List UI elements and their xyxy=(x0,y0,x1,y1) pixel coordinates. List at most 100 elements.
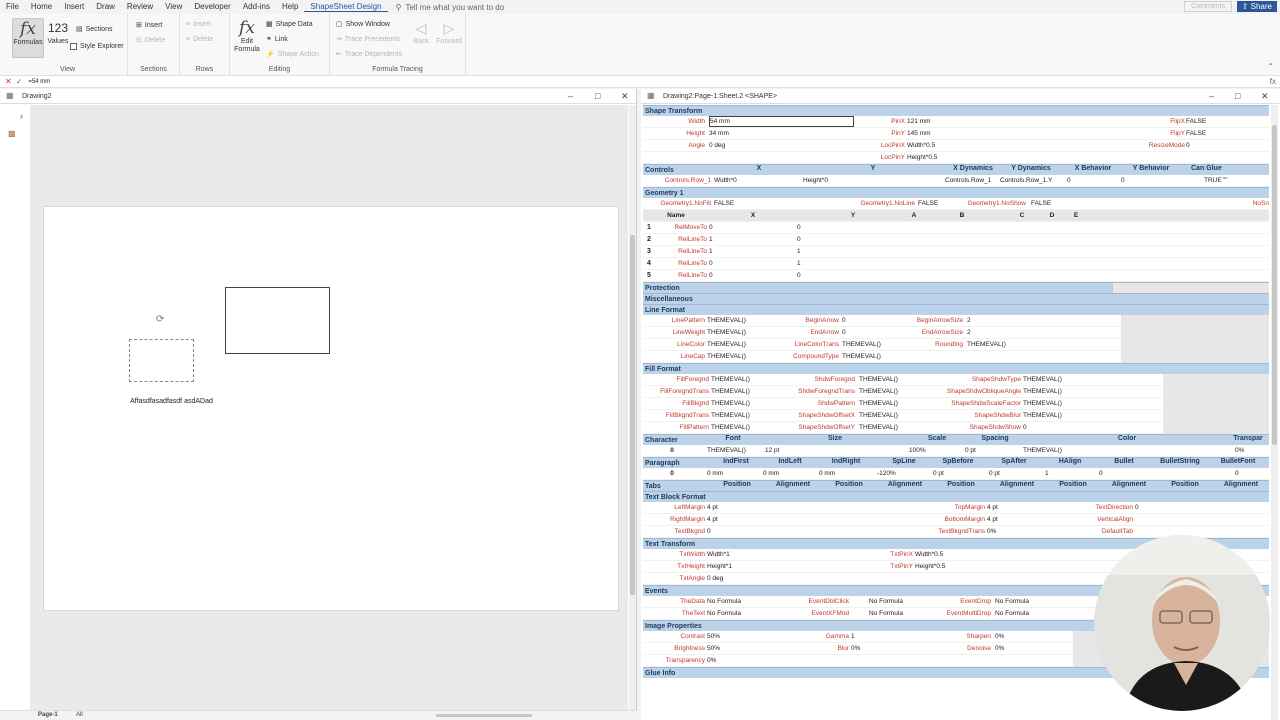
text-transform-cell-value[interactable]: Height*1 xyxy=(707,561,857,573)
geometry-row-y[interactable]: 1 xyxy=(797,258,897,270)
geometry-row-x[interactable]: 1 xyxy=(709,234,789,246)
fill-format-cell-value[interactable]: THEMEVAL() xyxy=(711,410,787,422)
forward-button[interactable]: ▷ Forward xyxy=(436,18,462,45)
geometry-row-x[interactable]: 0 xyxy=(709,222,789,234)
shape-transform-cell-value[interactable]: FALSE xyxy=(1186,116,1266,128)
collapse-ribbon-icon[interactable]: ⌃ xyxy=(1267,62,1274,71)
drawing-vertical-scrollbar[interactable] xyxy=(629,105,636,710)
text-transform-cell-value[interactable]: Width*1 xyxy=(707,549,857,561)
paragraph-cell[interactable]: -120% xyxy=(877,468,927,480)
scroll-thumb[interactable] xyxy=(1272,125,1277,445)
tabs-section-header[interactable]: Tabs Position Alignment Position Alignment Po… xyxy=(643,480,1269,491)
menu-item-help[interactable]: Help xyxy=(276,2,304,12)
character-section-header[interactable]: Character Font Size Scale Spacing Color Transp… xyxy=(643,434,1269,445)
image-properties-cell-value[interactable]: 0% xyxy=(707,655,807,667)
paragraph-cell[interactable]: 0 mm xyxy=(819,468,869,480)
trace-dependents-button[interactable]: ⇤ Trace Dependents xyxy=(336,50,402,59)
events-cell-value[interactable]: No Formula xyxy=(995,596,1095,608)
insert-section-button[interactable]: ⊞ Insert xyxy=(136,21,162,30)
shape-transform-section-header[interactable]: Shape Transform xyxy=(643,105,1269,116)
geometry-flag-value[interactable]: FALSE xyxy=(714,198,774,210)
fill-format-cell-value[interactable]: THEMEVAL() xyxy=(711,374,787,386)
menu-item-home[interactable]: Home xyxy=(25,2,58,12)
character-cell[interactable]: 12 pt xyxy=(765,445,825,457)
text-block-format-section-header[interactable]: Text Block Format xyxy=(643,491,1269,502)
controls-cell[interactable]: Controls.Row_1.Y xyxy=(1000,175,1062,187)
menu-item-developer[interactable]: Developer xyxy=(188,2,236,12)
menu-item-view[interactable]: View xyxy=(159,2,188,12)
insert-row-button[interactable]: ≡ Insert xyxy=(186,21,211,28)
drawing-page[interactable]: ⟳ Affasdfasadfasdf asdADad xyxy=(43,206,619,611)
paragraph-cell[interactable]: 0 pt xyxy=(989,468,1039,480)
close-icon[interactable]: ✕ xyxy=(621,91,629,102)
line-format-cell-value[interactable]: THEMEVAL() xyxy=(707,351,777,363)
image-properties-cell-value[interactable]: 0% xyxy=(995,631,1075,643)
character-cell[interactable]: THEMEVAL() xyxy=(1023,445,1083,457)
tell-me-search[interactable]: ⚲ Tell me what you want to do xyxy=(396,3,505,12)
paragraph-cell[interactable]: 0 xyxy=(1235,468,1265,480)
shape-transform-cell-value[interactable]: Height*0.5 xyxy=(907,152,1107,164)
text-block-format-cell-value[interactable]: 4 pt xyxy=(707,502,857,514)
paragraph-cell[interactable]: 1 xyxy=(1045,468,1095,480)
text-block-format-cell-value[interactable]: 4 pt xyxy=(707,514,857,526)
fill-format-cell-value[interactable]: THEMEVAL() xyxy=(859,374,935,386)
shape-transform-cell-value[interactable]: 121 mm xyxy=(907,116,1107,128)
geometry-section-header[interactable]: Geometry 1 xyxy=(643,187,1269,198)
paragraph-section-header[interactable]: Paragraph IndFirst IndLeft IndRight SpLine Sp… xyxy=(643,457,1269,468)
drawing-canvas[interactable]: ⟳ Affasdfasadfasdf asdADad xyxy=(30,105,628,710)
text-transform-cell-value[interactable]: Height*0.5 xyxy=(915,561,1035,573)
formulas-button[interactable]: fx Formulas xyxy=(12,18,44,58)
image-properties-cell-value[interactable]: 1 xyxy=(851,631,931,643)
geometry-row-y[interactable]: 0 xyxy=(797,222,897,234)
controls-section-header[interactable]: Controls X Y X Dynamics Y Dynamics X Behavior… xyxy=(643,164,1269,175)
sections-button[interactable]: ▤ Sections xyxy=(76,25,112,34)
character-cell[interactable]: 0% xyxy=(1235,445,1269,457)
image-properties-cell-value[interactable]: 0% xyxy=(995,643,1075,655)
controls-cell[interactable]: Controls.Row_1 xyxy=(945,175,999,187)
character-cell[interactable]: 0 pt xyxy=(965,445,1025,457)
fill-format-cell-value[interactable]: THEMEVAL() xyxy=(1023,410,1093,422)
fill-format-cell-value[interactable]: THEMEVAL() xyxy=(1023,386,1093,398)
geometry-row-x[interactable]: 1 xyxy=(709,246,789,258)
trace-precedents-button[interactable]: ⇥ Trace Precedents xyxy=(336,35,400,44)
comments-button[interactable]: Comments xyxy=(1184,1,1232,12)
delete-section-button[interactable]: ⊟ Delete xyxy=(136,36,165,45)
line-format-cell-value[interactable]: THEMEVAL() xyxy=(707,315,777,327)
paragraph-cell[interactable]: 0 mm xyxy=(707,468,757,480)
fill-format-cell-value[interactable]: THEMEVAL() xyxy=(711,422,787,434)
line-format-cell-value[interactable]: THEMEVAL() xyxy=(842,351,912,363)
cancel-icon[interactable]: ✕ xyxy=(5,77,12,86)
menu-item-draw[interactable]: Draw xyxy=(90,2,121,12)
enter-icon[interactable]: ✓ xyxy=(16,77,23,86)
maximize-icon[interactable]: □ xyxy=(1235,91,1240,101)
menu-item-review[interactable]: Review xyxy=(121,2,159,12)
minimize-icon[interactable]: – xyxy=(1209,91,1214,101)
text-transform-cell-value[interactable]: 0 deg xyxy=(707,573,857,585)
geometry-row-y[interactable]: 0 xyxy=(797,270,897,282)
paragraph-cell[interactable] xyxy=(1155,468,1205,480)
shapes-panel-icon[interactable]: ▩ xyxy=(8,129,16,138)
paragraph-cell[interactable]: 0 xyxy=(1099,468,1149,480)
text-block-format-cell-value[interactable]: 0 xyxy=(707,526,857,538)
paragraph-cell[interactable]: 0 pt xyxy=(933,468,983,480)
minimize-icon[interactable]: – xyxy=(568,91,573,101)
line-format-section-header[interactable]: Line Format xyxy=(643,304,1269,315)
text-transform-cell-value[interactable]: Width*0.5 xyxy=(915,549,1035,561)
paragraph-cell[interactable]: 0 mm xyxy=(763,468,813,480)
controls-cell[interactable]: 0 xyxy=(1121,175,1171,187)
fill-format-cell-value[interactable]: THEMEVAL() xyxy=(711,398,787,410)
show-window-button[interactable]: ▢ Show Window xyxy=(336,20,390,29)
line-format-cell-value[interactable]: THEMEVAL() xyxy=(707,327,777,339)
selected-shape[interactable] xyxy=(129,339,194,382)
character-cell[interactable]: THEMEVAL() xyxy=(707,445,767,457)
back-button[interactable]: ◁ Back xyxy=(410,18,432,45)
line-format-cell-value[interactable]: 0 xyxy=(842,327,912,339)
fill-format-cell-value[interactable]: THEMEVAL() xyxy=(1023,398,1093,410)
text-block-format-cell-value[interactable]: 0 xyxy=(1135,502,1195,514)
miscellaneous-section-header[interactable]: Miscellaneous xyxy=(643,293,1269,304)
rotation-handle-icon[interactable]: ⟳ xyxy=(156,314,164,325)
line-format-cell-value[interactable]: THEMEVAL() xyxy=(967,339,1107,351)
shape-transform-cell-value[interactable]: FALSE xyxy=(1186,128,1266,140)
menu-item-insert[interactable]: Insert xyxy=(58,2,90,12)
events-cell-value[interactable]: No Formula xyxy=(995,608,1095,620)
